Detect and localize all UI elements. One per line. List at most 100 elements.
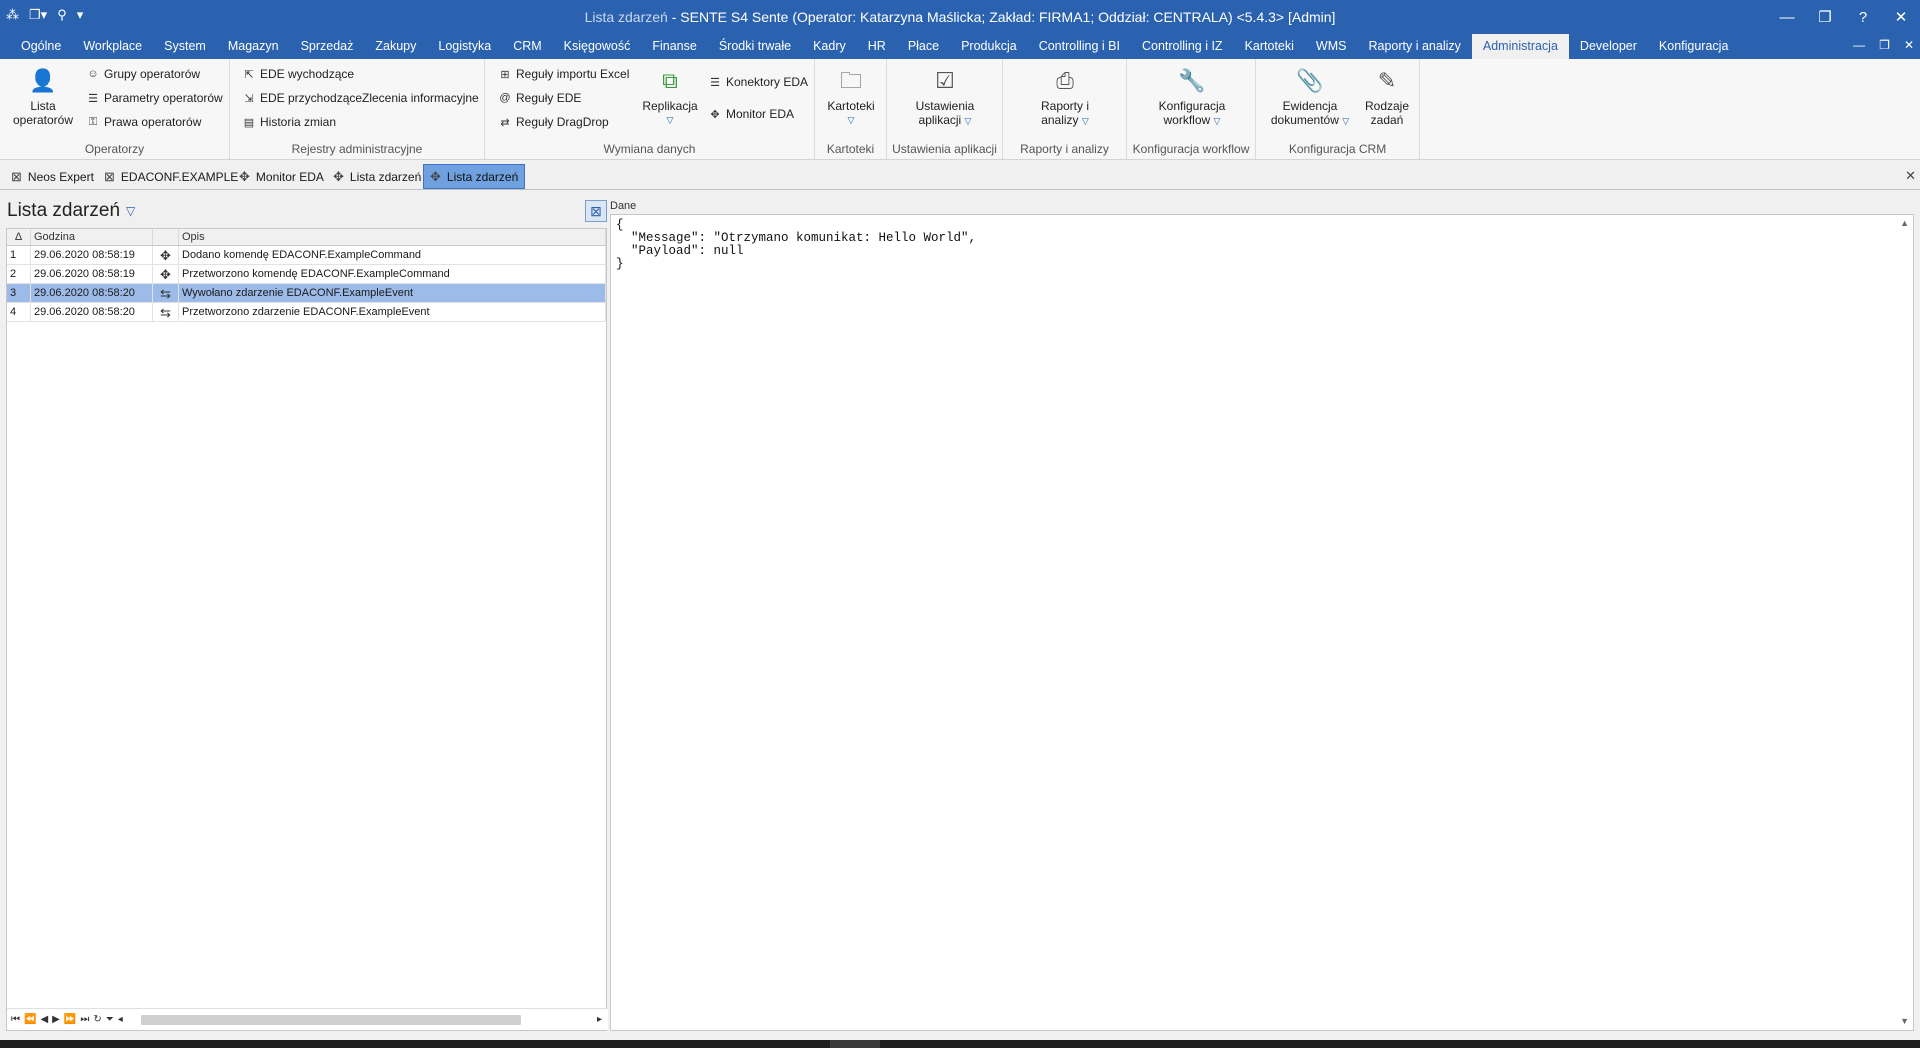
close-tab-icon[interactable]: ✕: [1905, 168, 1916, 184]
konfiguracja-workflow-button[interactable]: 🔧 Konfiguracja workflow ▽: [1151, 65, 1233, 128]
menu-tab-18[interactable]: WMS: [1305, 34, 1358, 59]
close-button[interactable]: ✕: [1882, 0, 1920, 34]
column-header-godzina[interactable]: Godzina: [31, 229, 153, 245]
menu-tab-8[interactable]: Księgowość: [553, 34, 642, 59]
column-header-opis[interactable]: Opis: [179, 229, 606, 245]
monitor-eda-button[interactable]: ✥ Monitor EDA: [708, 107, 794, 121]
menu-tab-4[interactable]: Sprzedaż: [290, 34, 365, 59]
menu-tab-19[interactable]: Raporty i analizy: [1357, 34, 1471, 59]
rodzaje-zadan-button[interactable]: ✎ Rodzaje zadań: [1362, 65, 1412, 128]
doc-tab-lista-zdarzen-2[interactable]: ✥ Lista zdarzeń: [423, 164, 526, 189]
menu-tab-5[interactable]: Zakupy: [364, 34, 427, 59]
column-header-sort[interactable]: Δ: [7, 229, 31, 245]
ustawienia-aplikacji-button[interactable]: ☑ Ustawienia aplikacji ▽: [905, 65, 985, 128]
title-bar: ⁂ ❐▾ ⚲ ▾ Lista zdarzeń - SENTE S4 Sente …: [0, 0, 1920, 34]
lista-operatorow-button[interactable]: 👤 Lista operatorów: [8, 65, 78, 128]
last-page-icon[interactable]: ⏭: [80, 1014, 89, 1025]
raporty-i-analizy-button[interactable]: ⎙ Raporty i analizy ▽: [1025, 65, 1105, 128]
doc-tab-monitor-eda[interactable]: ✥ Monitor EDA: [232, 164, 331, 189]
table-row[interactable]: 2 29.06.2020 08:58:19 ✥ Przetworzono komend…: [7, 264, 606, 284]
menu-tab-20[interactable]: Administracja: [1471, 34, 1569, 59]
ribbon-group-ustawienia: ☑ Ustawienia aplikacji ▽ Ustawienia apli…: [887, 59, 1003, 159]
mdi-close-icon[interactable]: ✕: [1904, 38, 1914, 52]
row-description: Wywołano zdarzenie EDACONF.ExampleEvent: [179, 283, 606, 303]
menu-tab-16[interactable]: Controlling i IZ: [1131, 34, 1234, 59]
row-number: 1: [7, 245, 31, 265]
horizontal-scrollbar[interactable]: [140, 1014, 521, 1025]
first-page-icon[interactable]: ⏮: [11, 1014, 20, 1025]
scroll-right-icon[interactable]: ▸: [597, 1014, 602, 1025]
row-time: 29.06.2020 08:58:19: [31, 245, 153, 265]
refresh-icon[interactable]: ↻: [93, 1014, 101, 1025]
next-icon[interactable]: ▶: [52, 1014, 60, 1025]
menu-tab-13[interactable]: Płace: [897, 34, 950, 59]
reguly-dragdrop-button[interactable]: ⇄ Reguły DragDrop: [498, 115, 608, 129]
menu-tab-10[interactable]: Środki trwałe: [708, 34, 802, 59]
historia-zmian-button[interactable]: ▤ Historia zmian: [242, 115, 336, 129]
table-row[interactable]: 3 29.06.2020 08:58:20 ⇆ Wywołano zdarzenie …: [7, 283, 606, 303]
ribbon-group-raporty: ⎙ Raporty i analizy ▽ Raporty i analizy: [1003, 59, 1127, 159]
prev-page-icon[interactable]: ⏪: [24, 1014, 36, 1025]
menu-tab-17[interactable]: Kartoteki: [1234, 34, 1305, 59]
help-button[interactable]: ?: [1844, 0, 1882, 34]
row-time: 29.06.2020 08:58:19: [31, 264, 153, 284]
menu-tab-1[interactable]: Workplace: [72, 34, 153, 59]
scroll-down-icon[interactable]: ▼: [1900, 1015, 1909, 1028]
data-viewer[interactable]: { "Message": "Otrzymano komunikat: Hello…: [610, 214, 1914, 1031]
prev-icon[interactable]: ◀: [40, 1014, 48, 1025]
folder-icon: 🗀: [839, 68, 862, 93]
ribbon-group-workflow: 🔧 Konfiguracja workflow ▽ Konfiguracja w…: [1127, 59, 1256, 159]
close-panel-button[interactable]: ⊠: [585, 200, 607, 222]
restore-button[interactable]: ❐: [1806, 0, 1844, 34]
menu-tab-21[interactable]: Developer: [1569, 34, 1648, 59]
konektory-eda-button[interactable]: ☰ Konektory EDA: [708, 75, 808, 89]
doc-tab-edaconf-example[interactable]: ⊠ EDACONF.EXAMPLE: [97, 164, 245, 189]
menu-tab-3[interactable]: Magazyn: [217, 34, 290, 59]
user-icon: 👤: [29, 68, 57, 93]
menu-tab-9[interactable]: Finanse: [641, 34, 707, 59]
filter-icon[interactable]: ⏷: [106, 1014, 114, 1025]
menu-tab-12[interactable]: HR: [857, 34, 897, 59]
move-icon: ✥: [239, 168, 250, 184]
replikacja-button[interactable]: ⧉ Replikacja ▽: [635, 65, 705, 127]
table-row[interactable]: 4 29.06.2020 08:58:20 ⇆ Przetworzono zdarze…: [7, 302, 606, 322]
doc-tab-lista-zdarzen-1[interactable]: ✥ Lista zdarzeń: [326, 164, 428, 189]
prawa-operatorow-button[interactable]: ⚿ Prawa operatorów: [86, 115, 202, 129]
mdi-restore-icon[interactable]: ❐: [1879, 38, 1890, 52]
menu-tab-22[interactable]: Konfiguracja: [1648, 34, 1740, 59]
zlecenia-informacyjne-button[interactable]: Zlecenia informacyjne: [362, 91, 479, 105]
menu-tab-6[interactable]: Logistyka: [427, 34, 502, 59]
scroll-up-icon[interactable]: ▲: [1900, 217, 1909, 230]
data-panel: Dane { "Message": "Otrzymano komunikat: …: [609, 196, 1914, 1031]
ewidencja-dokumentow-button[interactable]: 📎 Ewidencja dokumentów ▽: [1268, 65, 1352, 128]
chevron-down-icon: ▽: [666, 115, 674, 125]
minimize-button[interactable]: —: [1768, 0, 1806, 34]
ede-wychodzace-button[interactable]: ⇱ EDE wychodzące: [242, 67, 354, 81]
list-icon: ☰: [710, 76, 720, 89]
group-label: Kartoteki: [826, 142, 875, 156]
parametry-operatorow-button[interactable]: ☰ Parametry operatorów: [86, 91, 223, 105]
panel-title[interactable]: Lista zdarzeń ▽: [7, 200, 135, 222]
menu-tab-2[interactable]: System: [153, 34, 217, 59]
mdi-minimize-icon[interactable]: —: [1853, 38, 1865, 52]
menu-tab-0[interactable]: Ogólne: [10, 34, 72, 59]
taskbar-item[interactable]: [830, 1040, 880, 1048]
menu-bar: Ogólne Workplace System Magazyn Sprzedaż Zaku…: [0, 34, 1920, 59]
menu-tab-14[interactable]: Produkcja: [950, 34, 1028, 59]
event-icon: ⇆: [153, 302, 179, 322]
menu-tab-15[interactable]: Controlling i BI: [1028, 34, 1131, 59]
ede-przychodzace-button[interactable]: ⇲ EDE przychodzące: [242, 91, 362, 105]
grupy-operatorow-button[interactable]: ☺ Grupy operatorów: [86, 67, 200, 81]
scroll-left-icon[interactable]: ◂: [118, 1014, 123, 1025]
column-header-icon[interactable]: [153, 229, 179, 245]
kartoteki-button[interactable]: 🗀 Kartoteki ▽: [821, 65, 881, 127]
menu-tab-7[interactable]: CRM: [502, 34, 552, 59]
group-label: Ustawienia aplikacji: [892, 142, 997, 156]
ribbon-group-operatorzy: 👤 Lista operatorów ☺ Grupy operatorów ☰ Pa…: [0, 59, 230, 159]
table-row[interactable]: 1 29.06.2020 08:58:19 ✥ Dodano komendę EDAC…: [7, 245, 606, 265]
reguly-ede-button[interactable]: @ Reguły EDE: [498, 91, 581, 105]
reguly-importu-excel-button[interactable]: ⊞ Reguły importu Excel: [498, 67, 629, 81]
next-page-icon[interactable]: ⏩: [64, 1014, 76, 1025]
menu-tab-11[interactable]: Kadry: [802, 34, 857, 59]
doc-tab-neos-expert[interactable]: ⊠ Neos Expert: [4, 164, 101, 189]
